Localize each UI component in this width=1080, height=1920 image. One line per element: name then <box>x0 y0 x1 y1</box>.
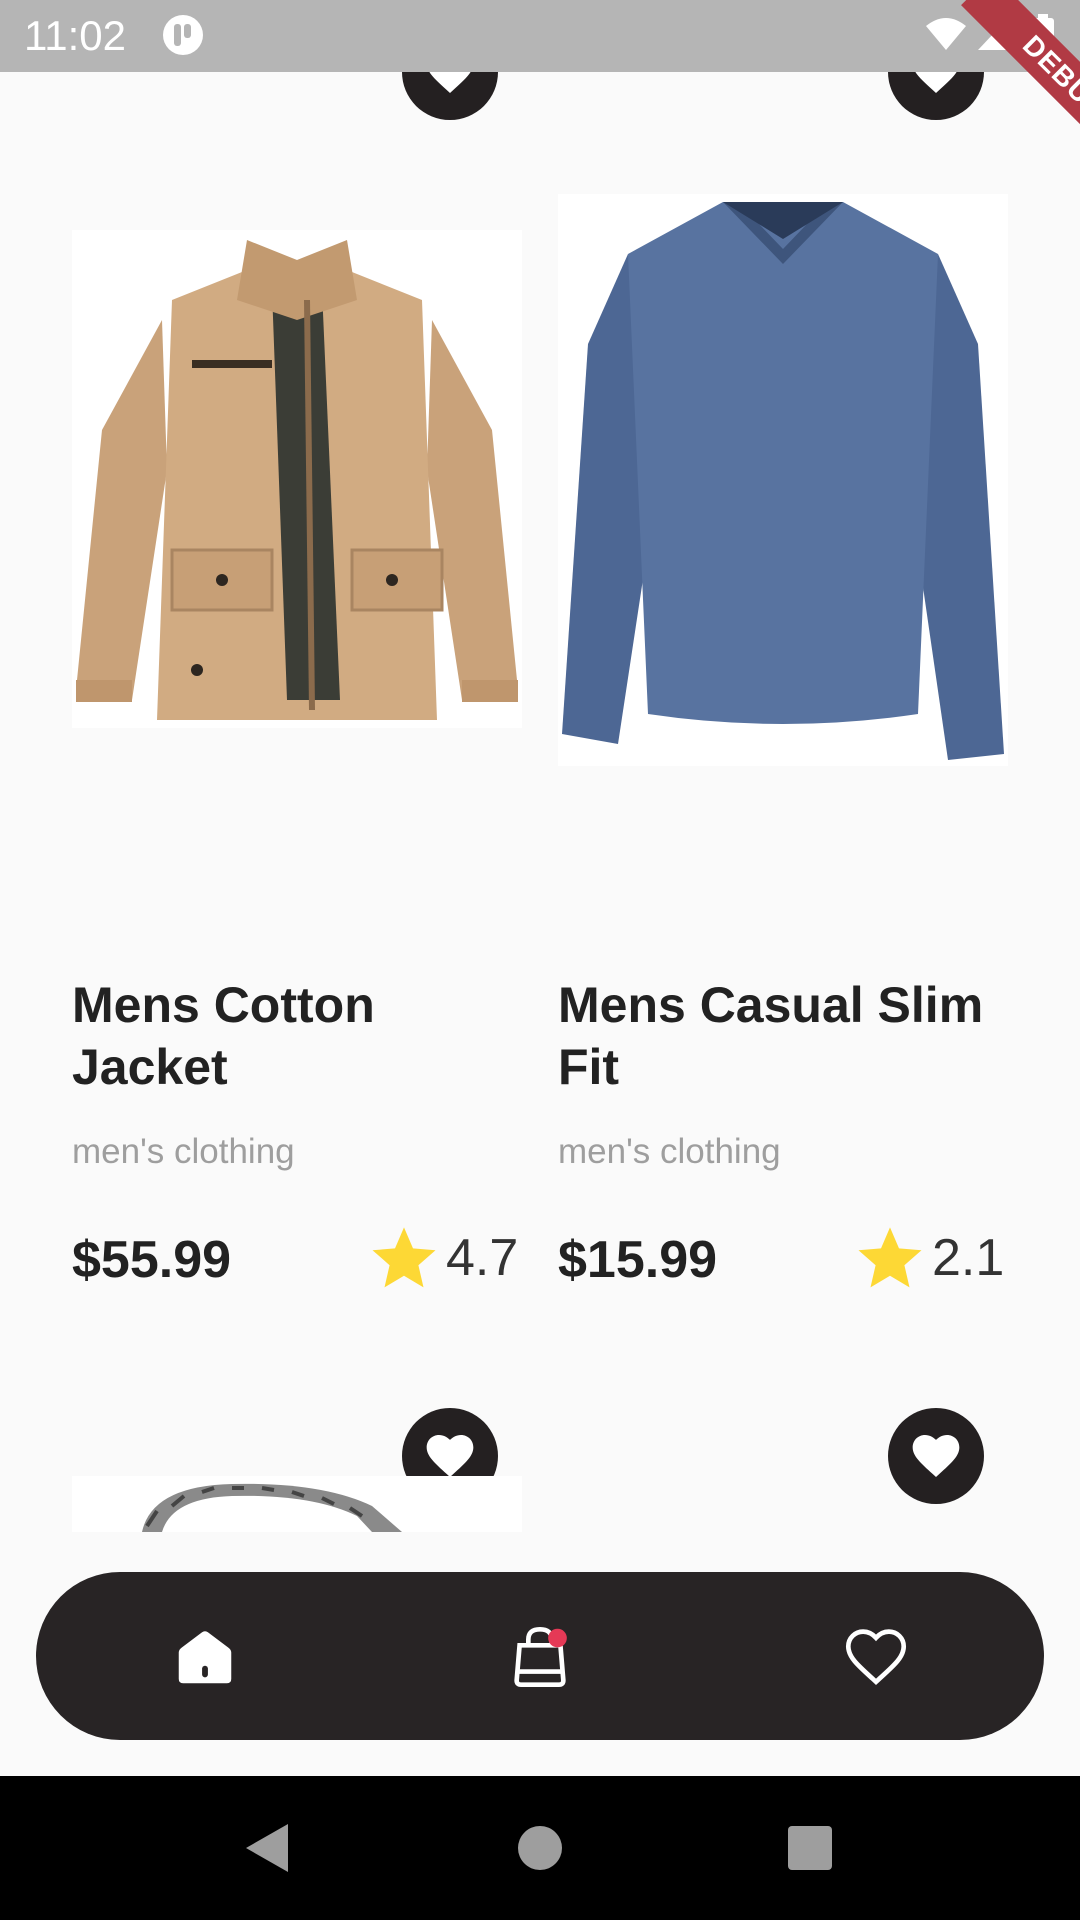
bracelet-image <box>72 1476 522 1532</box>
product-category: men's clothing <box>558 1132 781 1171</box>
shirt-image <box>558 194 1008 766</box>
heart-icon <box>912 1435 960 1477</box>
nav-cart[interactable] <box>495 1612 585 1702</box>
cart-badge <box>548 1628 567 1648</box>
product-grid[interactable]: Mens Cotton Jacket men's clothing $55.99… <box>0 72 1080 1532</box>
product-image-shirt[interactable] <box>558 194 1008 766</box>
status-time: 11:02 <box>24 12 126 59</box>
product-rating: 4.7 <box>368 1222 518 1294</box>
rating-value: 4.7 <box>446 1229 519 1287</box>
home-icon <box>178 1631 232 1684</box>
heart-icon <box>915 72 957 93</box>
shopping-bag-icon <box>514 1626 567 1688</box>
recents-icon[interactable] <box>778 1816 842 1880</box>
nav-home[interactable] <box>160 1612 250 1702</box>
product-image-jacket[interactable] <box>72 230 522 728</box>
product-price: $55.99 <box>72 1231 232 1289</box>
jacket-image <box>72 230 522 728</box>
favorite-button[interactable] <box>888 1408 984 1504</box>
status-bar: 11:02 <box>0 0 1080 72</box>
favorite-button[interactable] <box>888 72 984 120</box>
heart-outline-icon <box>845 1629 907 1685</box>
product-title[interactable]: Mens Casual Slim Fit <box>558 974 1008 1098</box>
wifi-icon <box>926 18 966 50</box>
rating-value: 2.1 <box>932 1229 1005 1287</box>
product-rating: 2.1 <box>854 1222 1004 1294</box>
star-icon <box>858 1227 922 1288</box>
star-icon <box>372 1227 436 1288</box>
home-circle-icon[interactable] <box>508 1816 572 1880</box>
system-navigation-bar <box>0 1776 1080 1920</box>
signal-icon <box>978 16 1010 50</box>
product-title[interactable]: Mens Cotton Jacket <box>72 974 522 1098</box>
product-image-bracelet[interactable] <box>72 1476 522 1532</box>
favorite-button[interactable] <box>402 72 498 120</box>
battery-icon <box>1032 14 1054 54</box>
product-category: men's clothing <box>72 1132 295 1171</box>
bottom-navigation <box>36 1572 1044 1740</box>
back-icon[interactable] <box>236 1816 300 1880</box>
product-price: $15.99 <box>558 1231 718 1289</box>
heart-icon <box>429 72 471 93</box>
nav-favorites[interactable] <box>831 1612 921 1702</box>
app-notification-icon <box>163 15 203 55</box>
